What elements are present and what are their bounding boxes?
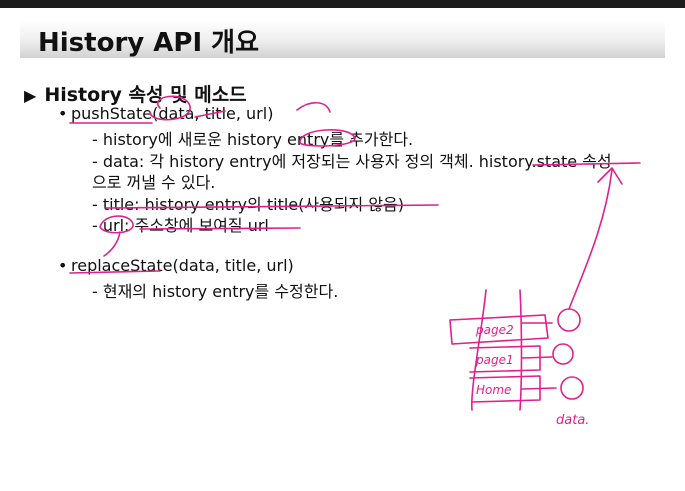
bullet-dot-icon: • xyxy=(58,104,68,123)
data-circle-1 xyxy=(557,308,581,332)
stack-left-edge xyxy=(470,289,487,411)
section-heading-text: History 속성 및 메소드 xyxy=(44,84,247,106)
stack-box-page1 xyxy=(469,345,541,373)
replacestate-label: replaceState(data, title, url) xyxy=(71,256,294,275)
stack-right-edge xyxy=(519,289,523,411)
link-page1 xyxy=(521,356,553,359)
replacestate-detail-1: - 현재의 history entry를 수정한다. xyxy=(92,282,339,301)
arrow-to-history-state xyxy=(568,169,613,310)
handwritten-annotations: page2 page1 Home data. xyxy=(69,95,641,428)
top-dark-bar xyxy=(0,0,685,8)
pushstate-detail-1: - history에 새로운 history entry를 추가한다. xyxy=(92,130,414,149)
pushstate-detail-2-cont: 으로 꺼낼 수 있다. xyxy=(92,173,216,192)
section-heading: ▶ History 속성 및 메소드 xyxy=(24,80,247,107)
bullet-pushstate: • pushState(data, title, url) xyxy=(58,104,273,123)
triangle-bullet-icon: ▶ xyxy=(24,86,37,105)
bullet-replacestate: • replaceState(data, title, url) xyxy=(58,256,294,275)
data-circle-3 xyxy=(560,376,584,400)
pushstate-label: pushState(data, title, url) xyxy=(71,104,274,123)
stack-label-page2: page2 xyxy=(475,323,514,337)
arc-url xyxy=(296,101,331,113)
stack-label-page1: page1 xyxy=(475,353,514,367)
slide-title: History API 개요 xyxy=(38,28,260,58)
stack-box-home xyxy=(469,375,541,403)
bullet-dot-icon: • xyxy=(58,256,68,275)
stack-box-page2 xyxy=(449,314,549,345)
stack-label-home: Home xyxy=(476,383,511,397)
data-note: data. xyxy=(556,413,589,428)
link-home xyxy=(521,387,557,390)
pushstate-detail-4: - url: 주소창에 보여질 url xyxy=(92,216,269,235)
data-circle-2 xyxy=(552,343,574,365)
